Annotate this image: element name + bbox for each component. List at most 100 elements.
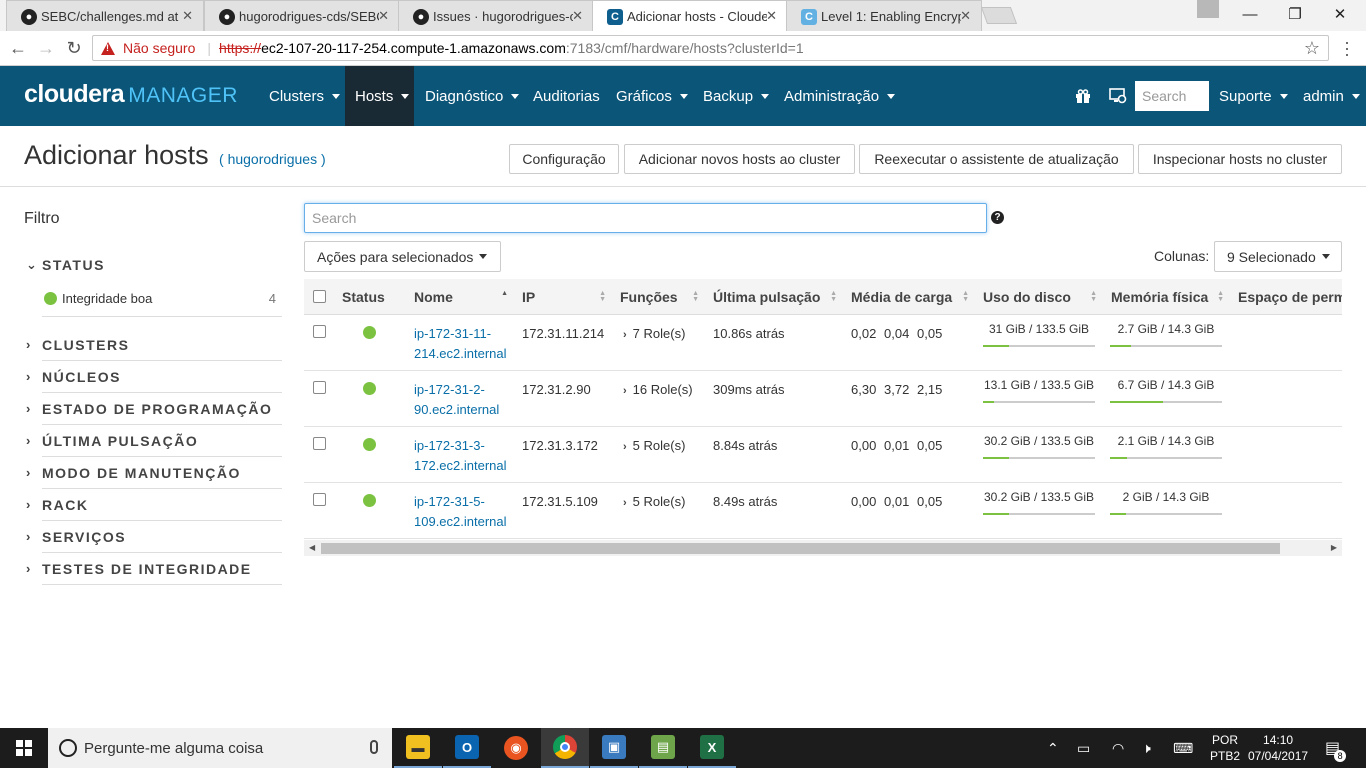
roles-toggle[interactable]: › 5 Role(s): [623, 483, 685, 513]
outlook-icon[interactable]: O: [443, 728, 491, 768]
roles-toggle[interactable]: › 16 Role(s): [623, 371, 693, 401]
close-icon[interactable]: ✕: [960, 8, 971, 24]
nav-auditorias[interactable]: Auditorias: [523, 66, 610, 126]
header-uso-disco[interactable]: Uso do disco ▲ ▼: [975, 279, 1103, 315]
chrome-icon[interactable]: [541, 728, 589, 768]
select-all-checkbox[interactable]: [313, 290, 326, 303]
add-new-hosts-button[interactable]: Adicionar novos hosts ao cluster: [624, 144, 855, 174]
header-status[interactable]: Status: [334, 279, 406, 315]
row-checkbox[interactable]: [313, 493, 326, 506]
system-clock[interactable]: 14:10 07/04/2017: [1248, 732, 1308, 764]
ubuntu-icon[interactable]: ◉: [492, 728, 540, 768]
browser-tab-1[interactable]: ● SEBC/challenges.md at m ✕: [6, 0, 204, 31]
horizontal-scrollbar[interactable]: ◀ ▶: [304, 540, 1342, 556]
header-funcoes[interactable]: Funções ▲ ▼: [612, 279, 705, 315]
facet-nucleos[interactable]: › NÚCLEOS: [26, 361, 282, 393]
facet-status[interactable]: ⌄ STATUS: [26, 249, 282, 281]
cloudera-manager-logo[interactable]: cloudera MANAGER: [24, 80, 238, 109]
header-ultima-pulsacao[interactable]: Última pulsação ▲ ▼: [705, 279, 843, 315]
scrollbar-thumb[interactable]: [321, 543, 1280, 554]
microphone-icon[interactable]: [370, 740, 378, 754]
battery-icon[interactable]: ▭: [1077, 728, 1090, 768]
host-name-link[interactable]: ip-172-31-3-172.ec2.internal: [414, 427, 514, 476]
browser-tab-2[interactable]: ● hugorodrigues-cds/SEBC ✕: [204, 0, 400, 31]
close-icon[interactable]: ✕: [378, 8, 389, 24]
roles-toggle[interactable]: › 5 Role(s): [623, 427, 685, 457]
nav-suporte[interactable]: Suporte: [1209, 66, 1298, 126]
columns-value: 9 Selecionado: [1227, 248, 1316, 265]
host-name-link[interactable]: ip-172-31-2-90.ec2.internal: [414, 371, 514, 420]
facet-item-integridade-boa[interactable]: Integridade boa 4: [44, 283, 282, 313]
nav-admin-user[interactable]: admin: [1293, 66, 1366, 126]
global-search-input[interactable]: Search: [1135, 81, 1209, 111]
running-commands-icon[interactable]: [1108, 86, 1128, 106]
host-name-link[interactable]: ip-172-31-5-109.ec2.internal: [414, 483, 514, 532]
cluster-link[interactable]: hugorodrigues: [228, 151, 318, 167]
facet-modo-manutencao[interactable]: › MODO DE MANUTENÇÃO: [26, 457, 282, 489]
roles-label: 5 Role(s): [632, 494, 686, 509]
cortana-search-box[interactable]: Pergunte-me alguma coisa: [48, 728, 392, 768]
actions-for-selected-dropdown[interactable]: Ações para selecionados: [304, 241, 501, 272]
project-chart-icon[interactable]: ▤: [639, 728, 687, 768]
browser-tab-5[interactable]: C Level 1: Enabling Encrypt ✕: [786, 0, 982, 31]
keyboard-icon[interactable]: ⌨: [1173, 728, 1193, 768]
close-window-icon[interactable]: ✕: [1320, 3, 1360, 25]
bookmark-star-icon[interactable]: ☆: [1304, 38, 1320, 59]
inspect-hosts-button[interactable]: Inspecionar hosts no cluster: [1138, 144, 1342, 174]
reload-icon[interactable]: ↻: [62, 37, 86, 59]
back-icon[interactable]: ←: [6, 37, 30, 59]
browser-tab-3[interactable]: ● Issues · hugorodrigues-c ✕: [398, 0, 594, 31]
header-ip[interactable]: IP ▲ ▼: [514, 279, 612, 315]
profile-icon[interactable]: [1197, 0, 1219, 18]
facet-rack[interactable]: › RACK: [26, 489, 282, 521]
nav-graficos[interactable]: Gráficos: [606, 66, 698, 126]
host-search-input[interactable]: Search: [304, 203, 987, 233]
remote-desktop-icon[interactable]: ▣: [590, 728, 638, 768]
header-media-carga[interactable]: Média de carga ▲ ▼: [843, 279, 975, 315]
restore-icon[interactable]: ❐: [1275, 3, 1315, 25]
wifi-icon[interactable]: ◠: [1112, 728, 1124, 768]
header-memoria-fisica[interactable]: Memória física ▲ ▼: [1103, 279, 1230, 315]
close-icon[interactable]: ✕: [766, 8, 777, 24]
volume-mute-icon[interactable]: 🕨: [1142, 728, 1151, 768]
nav-diagnostico[interactable]: Diagnóstico: [415, 66, 529, 126]
minimize-icon[interactable]: —: [1230, 3, 1270, 25]
roles-toggle[interactable]: › 7 Role(s): [623, 315, 685, 345]
scroll-left-icon[interactable]: ◀: [309, 543, 315, 552]
row-checkbox[interactable]: [313, 381, 326, 394]
gift-icon[interactable]: [1073, 86, 1093, 106]
file-explorer-icon[interactable]: ▬: [394, 728, 442, 768]
header-espaco-permuta[interactable]: Espaço de permuta: [1230, 279, 1342, 315]
nav-hosts[interactable]: Hosts: [345, 66, 414, 126]
row-checkbox[interactable]: [313, 437, 326, 450]
configuracao-button[interactable]: Configuração: [509, 144, 619, 174]
help-icon[interactable]: ?: [991, 211, 1004, 224]
nav-backup[interactable]: Backup: [693, 66, 779, 126]
rerun-upgrade-wizard-button[interactable]: Reexecutar o assistente de atualização: [859, 144, 1134, 174]
host-name-link[interactable]: ip-172-31-11-214.ec2.internal: [414, 315, 514, 364]
security-label[interactable]: Não seguro: [123, 40, 195, 56]
close-icon[interactable]: ✕: [182, 8, 193, 24]
columns-dropdown[interactable]: 9 Selecionado: [1214, 241, 1342, 272]
nav-administracao[interactable]: Administração: [774, 66, 905, 126]
action-center-icon[interactable]: ▤ 8: [1325, 728, 1347, 768]
row-checkbox[interactable]: [313, 325, 326, 338]
facet-estado-programacao[interactable]: › ESTADO DE PROGRAMAÇÃO: [26, 393, 282, 425]
input-language[interactable]: POR PTB2: [1210, 732, 1240, 764]
excel-icon[interactable]: X: [688, 728, 736, 768]
nav-clusters[interactable]: Clusters: [259, 66, 350, 126]
new-tab-button[interactable]: [980, 7, 1018, 24]
browser-tab-4-active[interactable]: C Adicionar hosts - Cloude ✕: [592, 0, 788, 31]
scroll-right-icon[interactable]: ▶: [1331, 543, 1337, 552]
show-hidden-icons[interactable]: ⌃: [1047, 728, 1059, 768]
close-icon[interactable]: ✕: [572, 8, 583, 24]
facet-clusters[interactable]: › CLUSTERS: [26, 329, 282, 361]
forward-icon[interactable]: →: [34, 37, 58, 59]
header-nome[interactable]: Nome ▲: [406, 279, 514, 315]
url-field[interactable]: Não seguro | https:// ec2-107-20-117-254…: [92, 35, 1329, 61]
facet-testes-integridade[interactable]: › TESTES DE INTEGRIDADE: [26, 553, 282, 585]
facet-ultima-pulsacao[interactable]: › ÚLTIMA PULSAÇÃO: [26, 425, 282, 457]
browser-menu-icon[interactable]: · · ·: [1344, 33, 1350, 63]
facet-servicos[interactable]: › SERVIÇOS: [26, 521, 282, 553]
windows-start-icon[interactable]: [0, 728, 48, 768]
